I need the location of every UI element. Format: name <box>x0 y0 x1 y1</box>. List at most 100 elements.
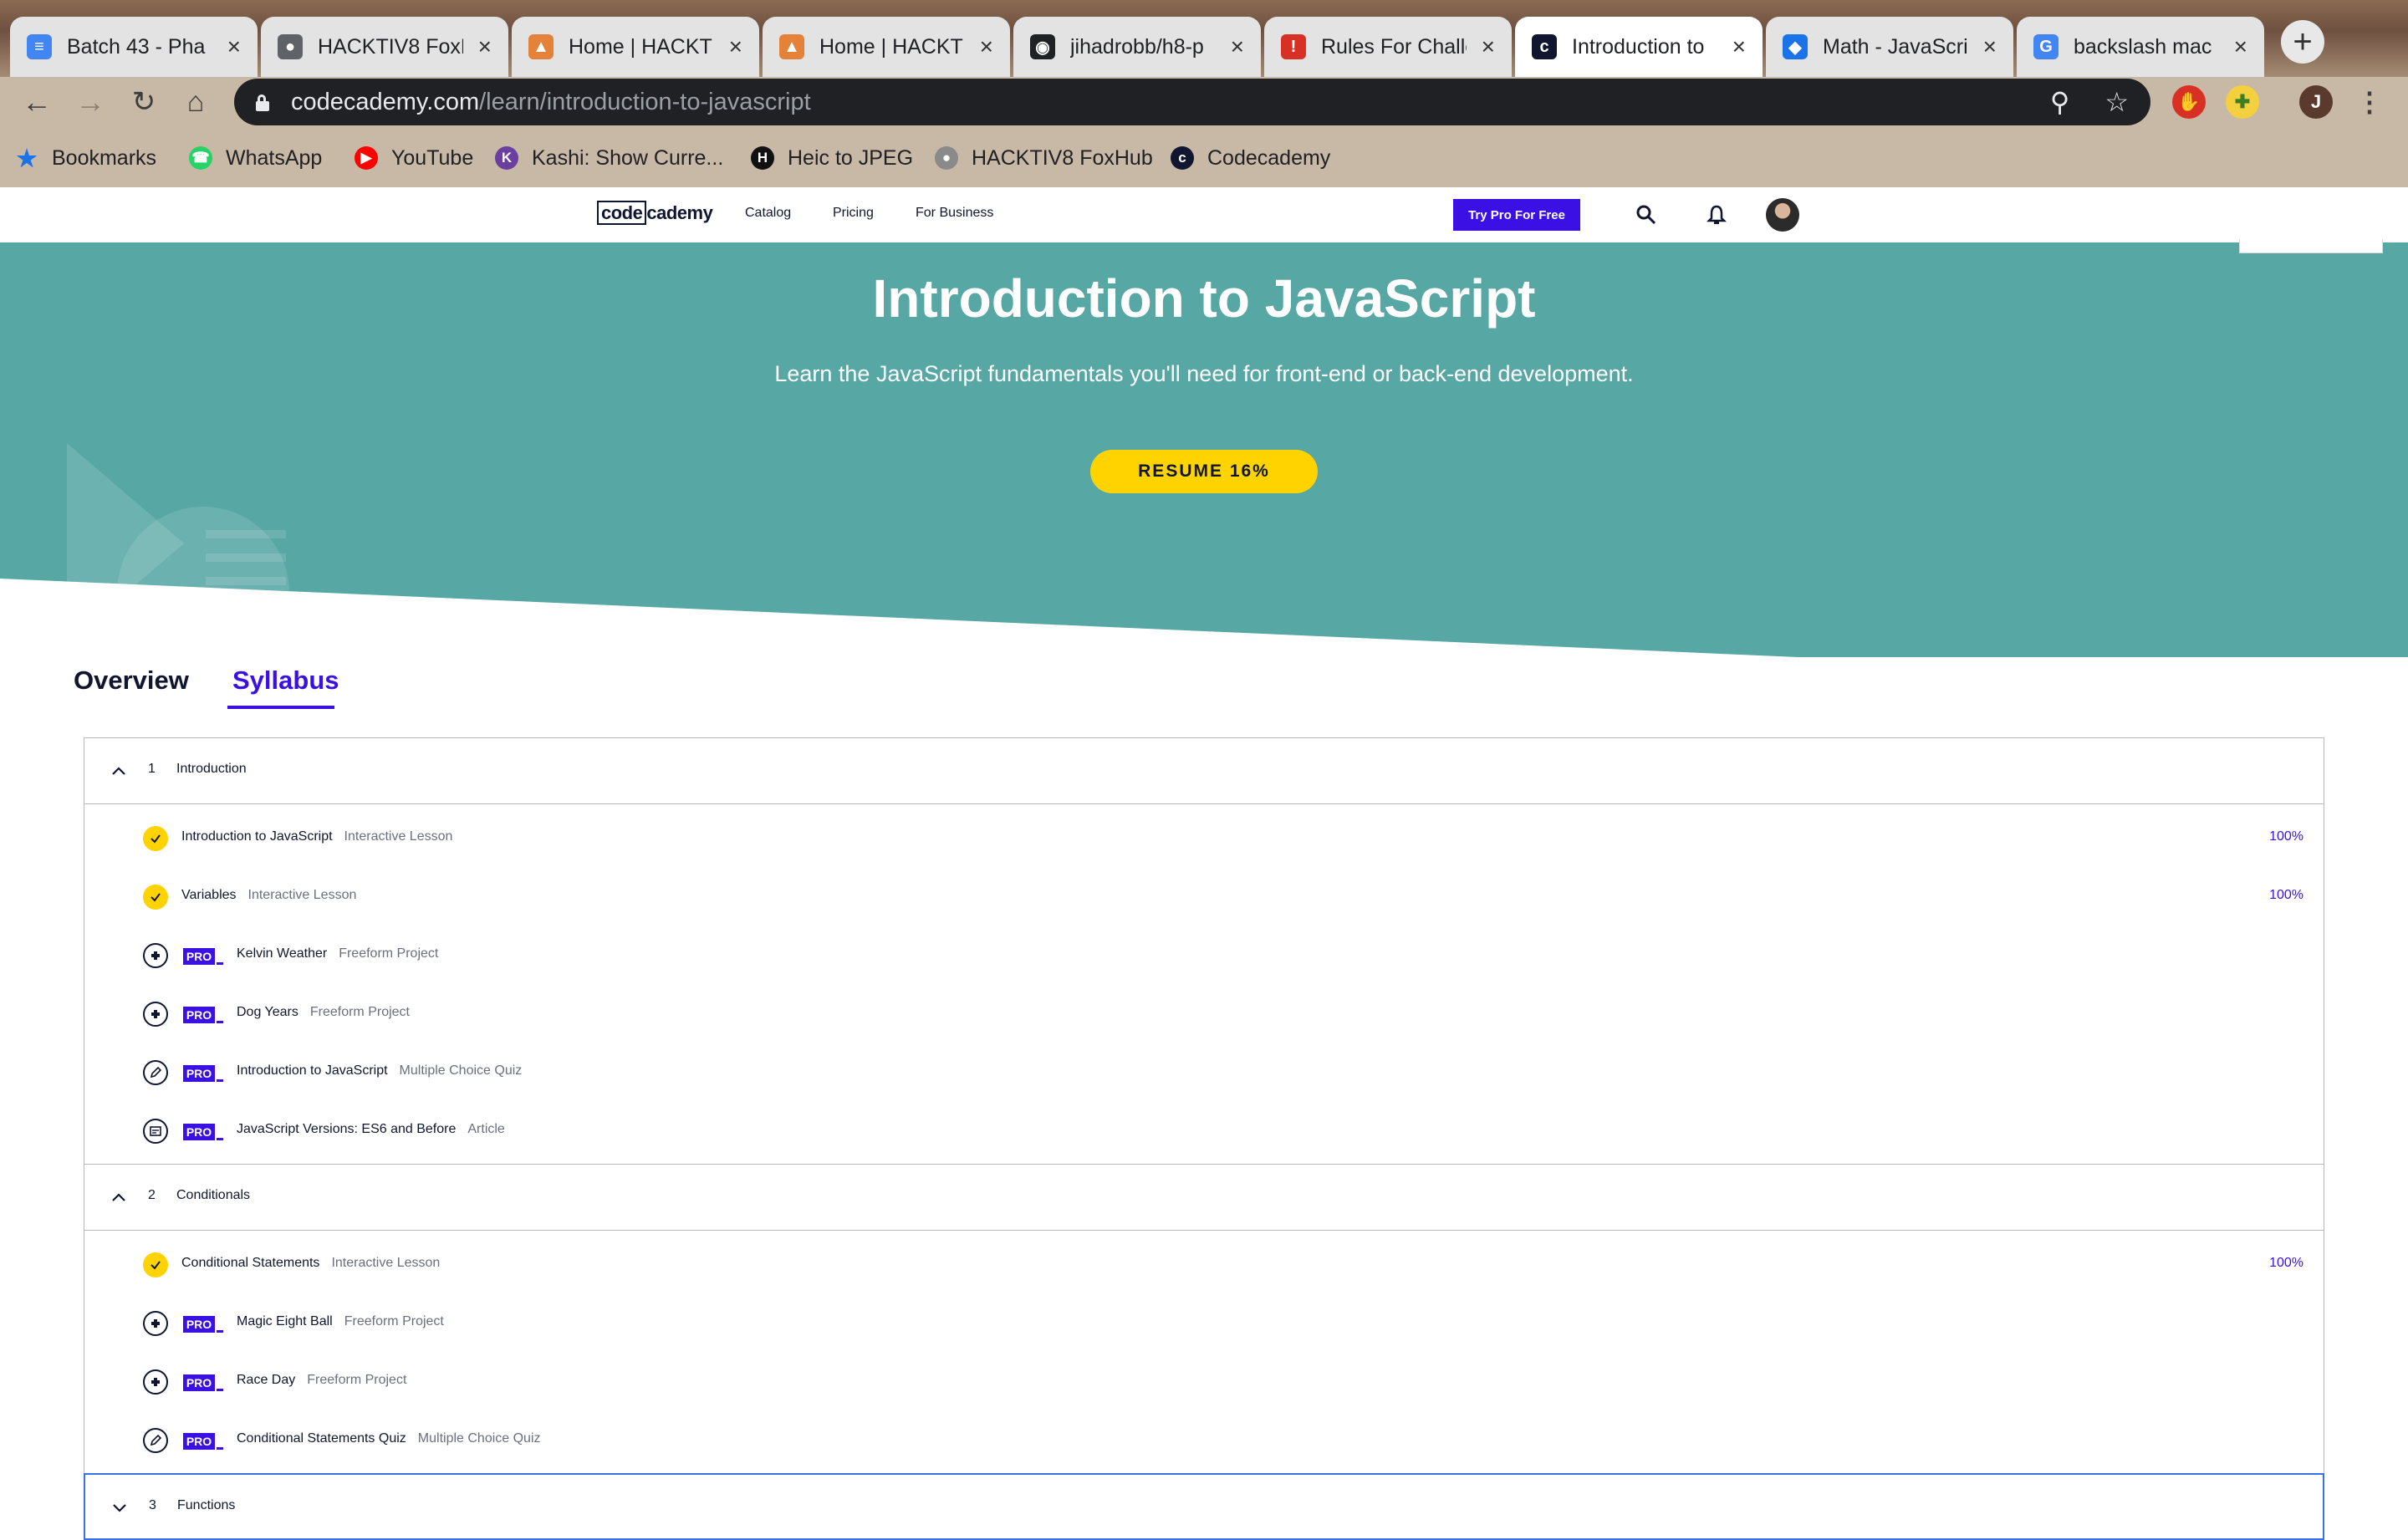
bookmark-item[interactable]: K Kashi: Show Curre... <box>495 144 723 172</box>
browser-tab-title: backslash mac <box>2074 34 2212 59</box>
pro-badge-label: PRO <box>183 1316 215 1333</box>
close-tab-icon[interactable]: × <box>1983 33 1997 60</box>
address-bar[interactable]: codecademy.com/learn/introduction-to-jav… <box>234 79 2150 125</box>
exclamation-icon: ! <box>1281 34 1306 59</box>
browser-tab[interactable]: ≡ Batch 43 - Pha × <box>10 17 258 77</box>
bookmark-label: HACKTIV8 FoxHub <box>972 145 1153 170</box>
new-tab-button[interactable]: + <box>2281 20 2324 64</box>
browser-tab[interactable]: ● HACKTIV8 FoxH × <box>261 17 508 77</box>
lesson-row[interactable]: PRO JavaScript Versions: ES6 and Before Ar… <box>84 1102 2324 1160</box>
bookmark-item[interactable]: c Codecademy <box>1171 144 1330 172</box>
pro-badge: PRO <box>183 1431 223 1450</box>
module-title: Introduction <box>176 762 247 776</box>
close-tab-icon[interactable]: × <box>1231 33 1244 60</box>
adblock-extension-icon[interactable]: ✋ <box>2172 85 2206 119</box>
browser-tab[interactable]: ! Rules For Challe × <box>1264 17 1512 77</box>
pro-badge: PRO <box>183 946 223 965</box>
lesson-row[interactable]: PRO Dog Years Freeform Project <box>84 985 2324 1043</box>
browser-tab[interactable]: ◉ jihadrobb/h8-p × <box>1013 17 1261 77</box>
lesson-list: Conditional Statements Interactive Lesson… <box>84 1231 2324 1473</box>
zoom-icon[interactable]: ⚲ <box>2050 86 2069 118</box>
home-icon[interactable]: ⌂ <box>177 84 214 120</box>
bookmark-item[interactable]: H Heic to JPEG <box>751 144 913 172</box>
pro-badge: PRO <box>183 1373 223 1391</box>
tab-syllabus[interactable]: Syllabus <box>232 665 339 696</box>
user-avatar[interactable] <box>1766 198 1799 232</box>
pro-badge-underscore <box>217 962 223 965</box>
codecademy-logo[interactable]: code cademy <box>597 201 713 225</box>
lesson-row[interactable]: Conditional Statements Interactive Lesson… <box>84 1236 2324 1294</box>
close-tab-icon[interactable]: × <box>1482 33 1495 60</box>
close-tab-icon[interactable]: × <box>1732 33 1746 60</box>
chevron-up-icon[interactable] <box>111 763 126 778</box>
lesson-name: Conditional Statements Quiz <box>237 1431 406 1446</box>
lesson-title: Kelvin Weather Freeform Project <box>237 946 438 961</box>
forward-icon[interactable]: → <box>72 84 109 120</box>
bookmark-star-icon[interactable]: ☆ <box>2104 86 2129 118</box>
module-header[interactable]: 1 Introduction <box>84 737 2324 804</box>
module-header[interactable]: 2 Conditionals <box>84 1164 2324 1231</box>
menu-dots-icon[interactable]: ⋮ <box>2353 85 2386 119</box>
lesson-name: Dog Years <box>237 1005 298 1019</box>
checkmark-icon <box>143 826 168 851</box>
resume-button[interactable]: RESUME 16% <box>1090 450 1318 493</box>
extension-icon[interactable]: ✚ <box>2226 85 2259 119</box>
bookmark-item[interactable]: ▶ YouTube <box>355 144 473 172</box>
decorative-line <box>206 530 286 538</box>
browser-tab[interactable]: ◆ Math - JavaScri × <box>1766 17 2013 77</box>
pro-badge: PRO <box>183 1005 223 1023</box>
lesson-row[interactable]: PRO Introduction to JavaScript Multiple Ch… <box>84 1043 2324 1102</box>
browser-tab[interactable]: Gbackslash mac × <box>2017 17 2264 77</box>
lesson-row[interactable]: PRO Race Day Freeform Project <box>84 1353 2324 1411</box>
hero-banner: Introduction to JavaScript Learn the Jav… <box>0 242 2408 657</box>
mdn-icon: ◆ <box>1783 34 1808 59</box>
tab-overview[interactable]: Overview <box>74 665 189 696</box>
lesson-row[interactable]: PRO Kelvin Weather Freeform Project <box>84 926 2324 985</box>
article-icon <box>143 1119 168 1144</box>
chevron-up-icon[interactable] <box>111 1190 126 1205</box>
pro-badge-label: PRO <box>183 1007 215 1023</box>
bookmark-item[interactable]: ● HACKTIV8 FoxHub <box>935 144 1153 172</box>
lesson-name: Variables <box>181 888 237 902</box>
browser-tab-title: Math - JavaScri <box>1823 34 1968 59</box>
back-icon[interactable]: ← <box>18 84 55 120</box>
reload-icon[interactable]: ↻ <box>125 84 162 120</box>
pro-badge: PRO <box>183 1314 223 1333</box>
browser-tab[interactable]: c Introduction to × <box>1515 17 1763 77</box>
lesson-type: Interactive Lesson <box>247 888 357 902</box>
nav-pricing[interactable]: Pricing <box>833 206 874 221</box>
module-header[interactable]: 3 Functions <box>84 1473 2324 1540</box>
notification-bell-icon[interactable] <box>1706 204 1727 226</box>
browser-tab[interactable]: ▲ Home | HACKTI × <box>512 17 759 77</box>
puzzle-icon <box>143 1002 168 1027</box>
puzzle-icon <box>143 943 168 968</box>
browser-tab[interactable]: ▲ Home | HACKTI × <box>763 17 1010 77</box>
lesson-name: Race Day <box>237 1373 296 1387</box>
close-tab-icon[interactable]: × <box>729 33 742 60</box>
lesson-row[interactable]: Introduction to JavaScript Interactive Le… <box>84 809 2324 868</box>
close-tab-icon[interactable]: × <box>227 33 241 60</box>
bookmark-item[interactable]: ★ Bookmarks <box>15 144 156 172</box>
chevron-down-icon[interactable] <box>112 1500 127 1515</box>
pro-badge-label: PRO <box>183 1124 215 1140</box>
nav-catalog[interactable]: Catalog <box>745 206 791 221</box>
bookmark-label: Bookmarks <box>52 145 157 170</box>
profile-avatar[interactable]: J <box>2299 85 2333 119</box>
try-pro-button[interactable]: Try Pro For Free <box>1453 199 1580 231</box>
top-right-corner-button[interactable] <box>2239 239 2383 253</box>
bookmark-item[interactable]: ☎ WhatsApp <box>189 144 322 172</box>
lesson-type: Article <box>467 1122 505 1136</box>
close-tab-icon[interactable]: × <box>2234 33 2247 60</box>
lesson-row[interactable]: PRO Magic Eight Ball Freeform Project <box>84 1294 2324 1353</box>
pro-badge: PRO <box>183 1122 223 1140</box>
nav-for-business[interactable]: For Business <box>916 206 993 221</box>
close-tab-icon[interactable]: × <box>478 33 492 60</box>
search-icon[interactable] <box>1635 204 1657 226</box>
lesson-type: Interactive Lesson <box>331 1256 441 1270</box>
lesson-row[interactable]: Variables Interactive Lesson 100% <box>84 868 2324 926</box>
puzzle-icon <box>143 1369 168 1395</box>
lesson-title: Race Day Freeform Project <box>237 1373 406 1388</box>
lesson-row[interactable]: PRO Conditional Statements Quiz Multiple C… <box>84 1411 2324 1470</box>
codecademy-icon: c <box>1171 146 1194 170</box>
close-tab-icon[interactable]: × <box>980 33 993 60</box>
